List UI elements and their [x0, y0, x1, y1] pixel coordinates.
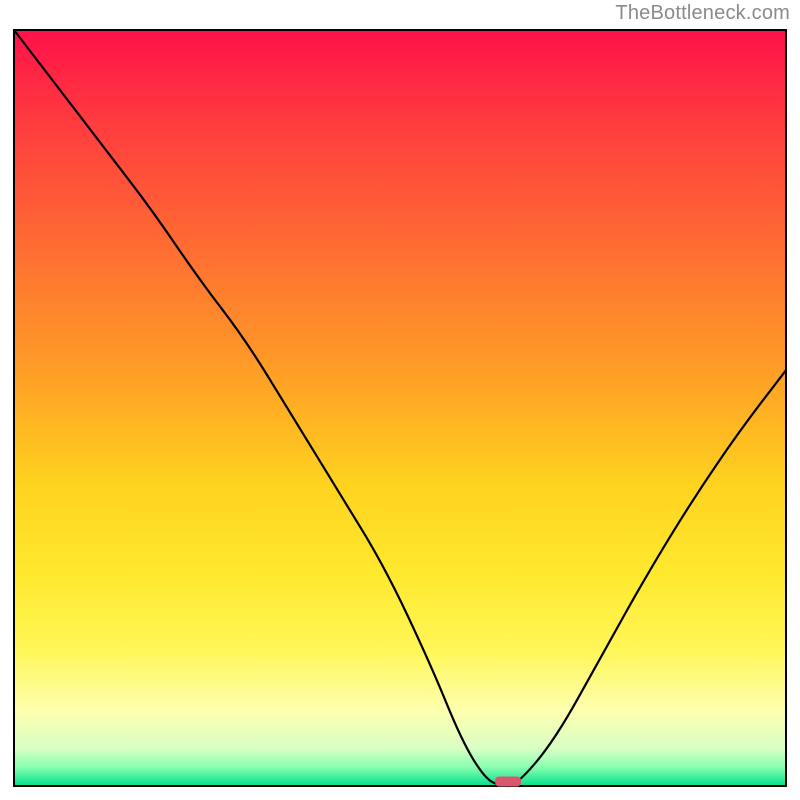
- plot-background: [14, 30, 786, 786]
- optimal-marker: [495, 776, 521, 786]
- watermark-text: TheBottleneck.com: [615, 2, 790, 25]
- chart-container: { "watermark": "TheBottleneck.com", "cha…: [0, 0, 800, 800]
- bottleneck-chart: [0, 0, 800, 800]
